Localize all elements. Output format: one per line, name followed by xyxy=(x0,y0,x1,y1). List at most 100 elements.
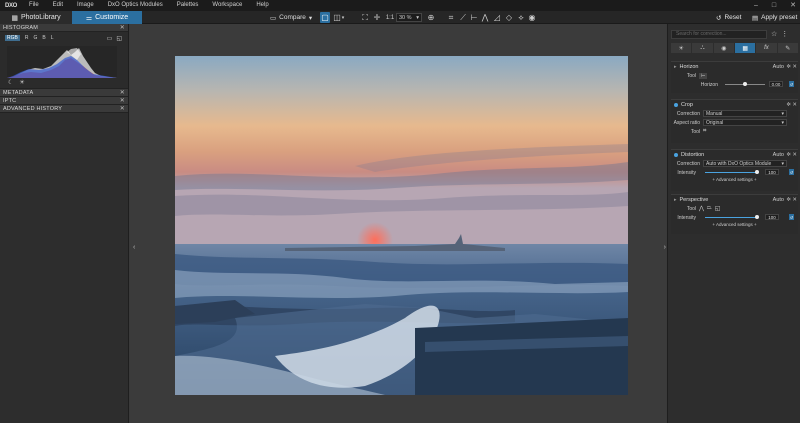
menu-workspace[interactable]: Workspace xyxy=(205,0,249,11)
photo-preview[interactable] xyxy=(175,56,628,395)
tab-local[interactable]: ✎ xyxy=(777,43,798,53)
close-window-button[interactable]: ✕ xyxy=(790,0,796,11)
star-icon[interactable]: ☆ xyxy=(771,30,777,38)
menu-palettes[interactable]: Palettes xyxy=(170,0,206,11)
distortion-intensity-fill xyxy=(705,172,757,173)
tab-color[interactable]: ⛬ xyxy=(692,43,713,53)
perspective-header[interactable]: ▸ Perspective Auto ✲ ✕ xyxy=(671,195,798,204)
eye-icon[interactable]: ◉ xyxy=(527,12,537,23)
collapse-left-icon[interactable]: ‹ xyxy=(133,244,135,251)
volume-deformation-icon[interactable]: ◿ xyxy=(492,12,502,23)
channel-r[interactable]: R xyxy=(25,35,29,41)
correction-search-input[interactable] xyxy=(671,29,767,39)
repair-icon[interactable]: ⟡ xyxy=(516,12,526,23)
crop-tool-icon[interactable]: ⌗ xyxy=(703,128,706,135)
local-adjustments-icon[interactable]: ◇ xyxy=(504,12,514,23)
menu-file[interactable]: File xyxy=(22,0,46,11)
perspective-reset-icon[interactable]: ↺ xyxy=(789,214,794,220)
channel-g[interactable]: G xyxy=(33,35,37,41)
white-balance-picker-icon[interactable]: ⟋ xyxy=(458,12,468,23)
tab-geometry[interactable]: ▦ xyxy=(734,43,756,53)
crop-correction-select[interactable]: Manual ▾ xyxy=(703,110,787,117)
distortion-advanced-settings[interactable]: + Advanced settings + xyxy=(671,177,798,183)
perspective-eight-point-icon[interactable]: ◱ xyxy=(715,205,721,212)
monitor-icon[interactable]: ▭ xyxy=(107,35,113,42)
perspective-auto-button[interactable]: Auto xyxy=(773,197,784,203)
more-icon[interactable]: ⋮ xyxy=(781,30,788,38)
crop-header[interactable]: Crop ✲ ✕ xyxy=(671,100,798,109)
distortion-intensity-field[interactable]: 100 xyxy=(765,169,779,175)
crop-icon[interactable]: ⌗ xyxy=(446,12,456,23)
close-icon[interactable]: ✕ xyxy=(120,97,125,104)
tab-customize[interactable]: ⚌ Customize xyxy=(72,11,142,24)
iptc-header[interactable]: IPTC ✕ xyxy=(0,97,128,105)
horizon-auto-button[interactable]: Auto xyxy=(773,64,784,70)
close-icon[interactable]: ✕ xyxy=(120,24,125,31)
fit-screen-icon[interactable]: ⛶ xyxy=(360,12,370,23)
shadow-clipping-icon[interactable]: ☾ xyxy=(8,79,13,86)
perspective-advanced-settings[interactable]: + Advanced settings + xyxy=(671,222,798,228)
perspective-rect-icon[interactable]: ⏢ xyxy=(707,205,712,212)
horizon-icon[interactable]: ⊢ xyxy=(469,12,479,23)
gear-icon[interactable]: ✲ xyxy=(786,197,791,203)
aspect-ratio-select[interactable]: Original ▾ xyxy=(703,119,787,126)
close-icon[interactable]: ✕ xyxy=(792,102,797,108)
soft-proof-icon[interactable]: ◱ xyxy=(116,35,122,42)
tab-photolibrary[interactable]: ▦ PhotoLibrary xyxy=(0,11,72,24)
metadata-header[interactable]: METADATA ✕ xyxy=(0,89,128,97)
zoom-one-button[interactable]: 1:1 xyxy=(384,12,396,23)
histogram-header[interactable]: HISTOGRAM ✕ xyxy=(0,24,128,32)
chevron-down-icon[interactable]: ▾ xyxy=(340,12,346,23)
move-icon[interactable]: ✛ xyxy=(372,12,382,23)
tab-light[interactable]: ☀ xyxy=(671,43,692,53)
collapse-right-icon[interactable]: › xyxy=(664,244,666,251)
image-viewer[interactable]: ‹ › xyxy=(130,24,666,423)
gear-icon[interactable]: ✲ xyxy=(786,152,791,158)
channel-b[interactable]: B xyxy=(42,35,45,41)
compare-button[interactable]: ▭ Compare ▾ xyxy=(266,12,316,23)
gear-icon[interactable]: ✲ xyxy=(786,102,791,108)
menu-image[interactable]: Image xyxy=(70,0,101,11)
menu-edit[interactable]: Edit xyxy=(46,0,70,11)
minimize-button[interactable]: – xyxy=(754,0,758,11)
menu-help[interactable]: Help xyxy=(249,0,275,11)
distortion-reset-icon[interactable]: ↺ xyxy=(789,169,794,175)
distortion-auto-button[interactable]: Auto xyxy=(773,152,784,158)
reset-button[interactable]: ↺ Reset xyxy=(716,12,741,23)
loupe-icon[interactable]: ⊕ xyxy=(426,12,436,23)
aspect-ratio-value: Original xyxy=(706,119,724,126)
zoom-select[interactable]: 30 % ▾ xyxy=(396,13,422,22)
close-icon[interactable]: ✕ xyxy=(120,89,125,96)
horizon-slider-knob[interactable] xyxy=(743,82,747,86)
menu-optics-modules[interactable]: DxO Optics Modules xyxy=(101,0,170,11)
advanced-history-header[interactable]: ADVANCED HISTORY ✕ xyxy=(0,105,128,113)
maximize-button[interactable]: □ xyxy=(772,0,776,11)
single-view-icon[interactable]: ▢ xyxy=(320,12,330,23)
close-icon[interactable]: ✕ xyxy=(792,197,797,203)
distortion-correction-select[interactable]: Auto with DxO Optics Module ▾ xyxy=(703,160,787,167)
distortion-header[interactable]: Distortion Auto ✲ ✕ xyxy=(671,150,798,159)
distortion-slider-knob[interactable] xyxy=(755,170,759,174)
highlight-clipping-icon[interactable]: ☀ xyxy=(19,79,24,86)
perspective-slider-knob[interactable] xyxy=(755,215,759,219)
channel-l[interactable]: L xyxy=(51,35,54,41)
perspective-vertical-icon[interactable]: ⋀ xyxy=(699,205,704,212)
enabled-toggle-icon[interactable] xyxy=(674,102,678,107)
tab-effects[interactable]: fx xyxy=(756,43,777,53)
channel-rgb[interactable]: RGB xyxy=(5,35,20,41)
distortion-title: Distortion xyxy=(681,151,705,158)
horizon-value-field[interactable]: 0.00 xyxy=(769,81,783,87)
horizon-tool-icon[interactable]: ⊢ xyxy=(699,72,708,79)
distortion-intensity-label: Intensity xyxy=(677,169,696,176)
horizon-reset-icon[interactable]: ↺ xyxy=(789,81,794,87)
tab-detail[interactable]: ◉ xyxy=(713,43,734,53)
close-icon[interactable]: ✕ xyxy=(792,64,797,70)
apply-preset-button[interactable]: ▤ Apply preset xyxy=(752,12,797,23)
perspective-icon[interactable]: ⋀ xyxy=(480,12,490,23)
gear-icon[interactable]: ✲ xyxy=(786,64,791,70)
horizon-header[interactable]: ▸ Horizon Auto ✲ ✕ xyxy=(671,62,798,71)
enabled-toggle-icon[interactable] xyxy=(674,152,678,157)
perspective-intensity-field[interactable]: 100 xyxy=(765,214,779,220)
close-icon[interactable]: ✕ xyxy=(792,152,797,158)
close-icon[interactable]: ✕ xyxy=(120,105,125,112)
